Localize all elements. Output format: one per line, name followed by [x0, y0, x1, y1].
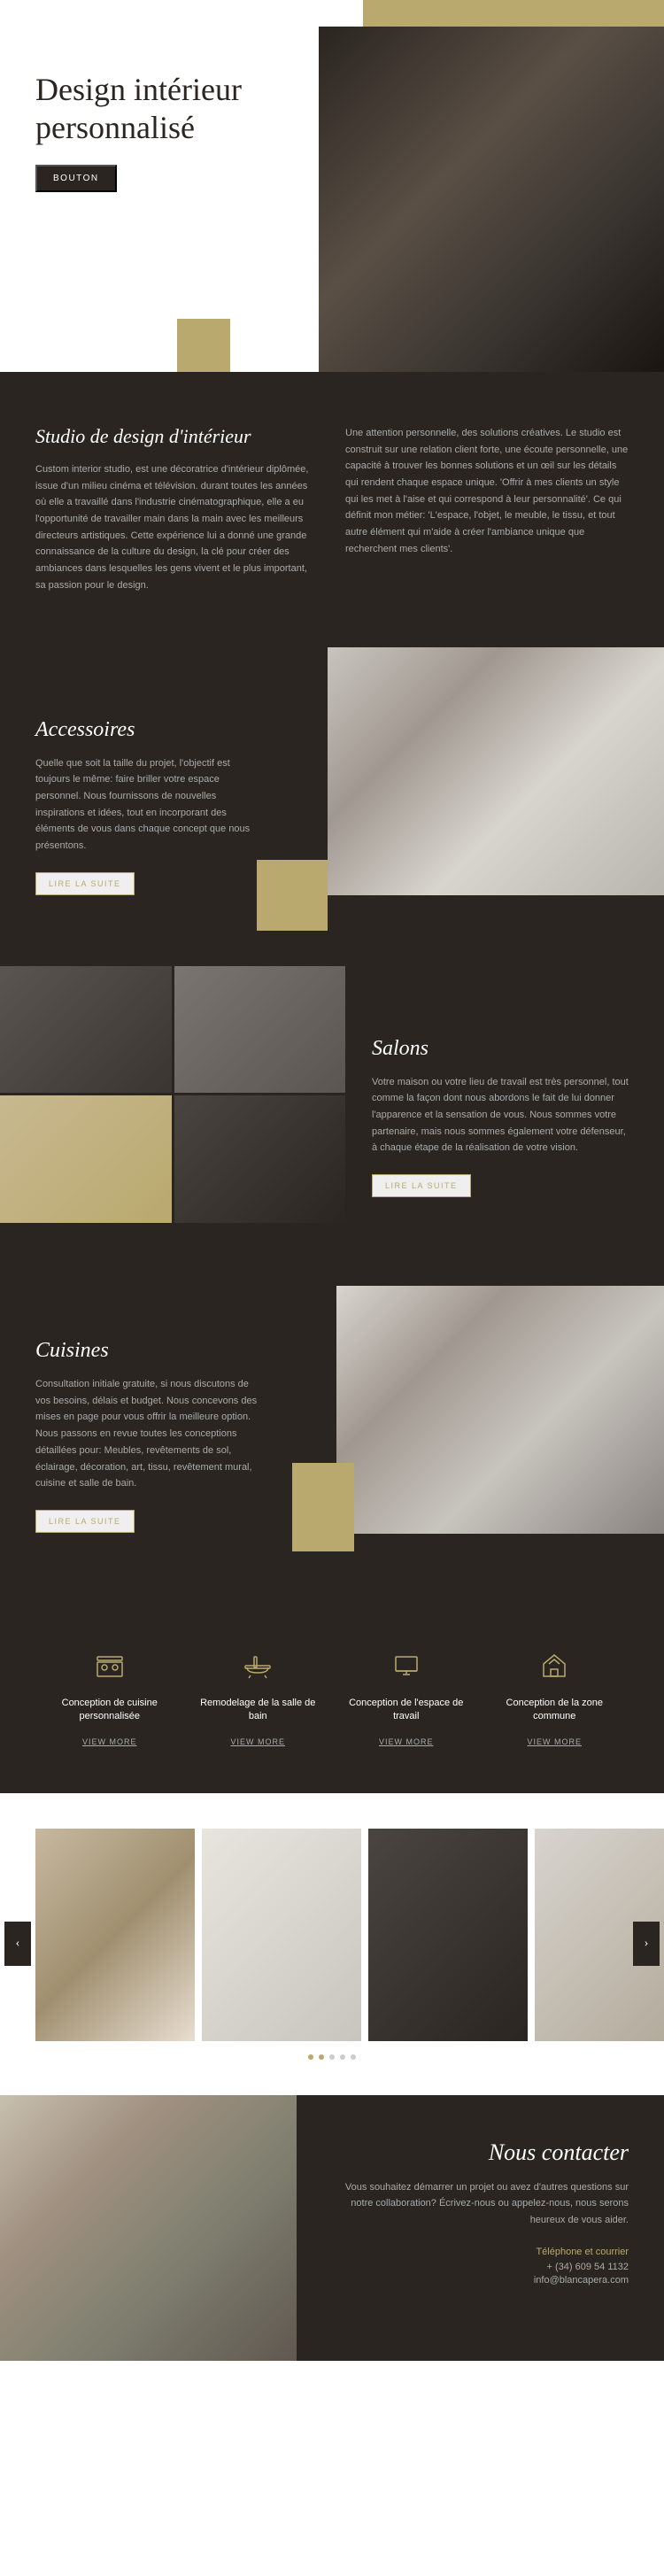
accessories-images	[292, 647, 664, 931]
hero-text-block: Design intérieur personnalisé BOUTON	[35, 71, 283, 192]
gallery-dot-3[interactable]	[329, 2054, 335, 2060]
cuisines-title: Cuisines	[35, 1339, 266, 1363]
service-bath-title: Remodelage de la salle de bain	[193, 1697, 324, 1724]
salons-image-grid	[0, 966, 345, 1223]
accessories-content: Accessoires Quelle que soit la taille du…	[0, 683, 301, 931]
gallery-section: ‹ ›	[0, 1793, 664, 2095]
gallery-track	[0, 1829, 664, 2041]
hero-image	[319, 27, 664, 372]
cuisines-section: Cuisines Consultation initiale gratuite,…	[0, 1268, 664, 1604]
gallery-dot-5[interactable]	[351, 2054, 356, 2060]
gallery-prev-button[interactable]: ‹	[4, 1922, 31, 1966]
service-common-title: Conception de la zone commune	[490, 1697, 621, 1724]
gallery-item-1	[35, 1829, 195, 2041]
gallery-dots	[0, 2054, 664, 2060]
hero-button[interactable]: BOUTON	[35, 165, 117, 192]
service-kitchen-title: Conception de cuisine personnalisée	[44, 1697, 175, 1724]
contact-image	[0, 2095, 297, 2361]
accessories-title: Accessoires	[35, 718, 266, 742]
accessories-text: Quelle que soit la taille du projet, l'o…	[35, 755, 266, 855]
gallery-item-2	[202, 1829, 361, 2041]
cuisines-content: Cuisines Consultation initiale gratuite,…	[0, 1303, 301, 1568]
cuisines-images	[292, 1268, 664, 1551]
accessories-section: Accessoires Quelle que soit la taille du…	[0, 647, 664, 966]
accessories-main-image	[328, 647, 664, 895]
hero-title: Design intérieur personnalisé	[35, 71, 283, 147]
gallery-prev-icon: ‹	[16, 1937, 20, 1951]
common-icon	[537, 1648, 572, 1683]
gallery-item-3	[368, 1829, 528, 2041]
services-section: Conception de cuisine personnalisée VIEW…	[0, 1604, 664, 1793]
office-icon	[389, 1648, 424, 1683]
service-bath-link[interactable]: VIEW MORE	[230, 1737, 285, 1746]
gallery-next-icon: ›	[645, 1937, 649, 1951]
contact-text: Vous souhaitez démarrer un projet ou ave…	[332, 2179, 629, 2229]
service-office-title: Conception de l'espace de travail	[341, 1697, 472, 1724]
salons-title: Salons	[372, 1037, 629, 1061]
salon-image-2	[174, 966, 346, 1094]
contact-email: info@blancapera.com	[332, 2275, 629, 2286]
cuisines-gold-accent	[292, 1463, 354, 1551]
contact-info-title: Téléphone et courrier	[332, 2247, 629, 2257]
gallery-dot-1[interactable]	[308, 2054, 313, 2060]
service-item-kitchen: Conception de cuisine personnalisée VIEW…	[35, 1648, 184, 1749]
gallery-dot-4[interactable]	[340, 2054, 345, 2060]
salon-image-4	[174, 1095, 346, 1223]
kitchen-icon	[92, 1648, 127, 1683]
salons-read-more-button[interactable]: LIRE LA SUITE	[372, 1174, 471, 1197]
studio-section: Studio de design d'intérieur Custom inte…	[0, 372, 664, 647]
salons-content: Salons Votre maison ou votre lieu de tra…	[363, 1002, 664, 1233]
contact-content: Nous contacter Vous souhaitez démarrer u…	[297, 2095, 664, 2361]
contact-phone: + (34) 609 54 1132	[332, 2262, 629, 2272]
gallery-dot-2[interactable]	[319, 2054, 324, 2060]
salons-images	[0, 966, 372, 1249]
salons-text: Votre maison ou votre lieu de travail es…	[372, 1074, 629, 1156]
hero-gold-accent-top	[363, 0, 664, 27]
bath-icon	[240, 1648, 275, 1683]
service-item-common: Conception de la zone commune VIEW MORE	[481, 1648, 629, 1749]
gallery-next-button[interactable]: ›	[633, 1922, 660, 1966]
contact-section: Nous contacter Vous souhaitez démarrer u…	[0, 2095, 664, 2361]
cuisines-main-image	[336, 1286, 664, 1534]
hero-gold-accent-bottom	[177, 319, 230, 372]
accessories-gold-accent	[257, 860, 328, 931]
salon-image-1	[0, 966, 172, 1094]
hero-image-inner	[319, 27, 664, 372]
studio-text-right: Une attention personnelle, des solutions…	[345, 425, 629, 558]
cuisines-read-more-button[interactable]: LIRE LA SUITE	[35, 1510, 135, 1533]
accessories-read-more-button[interactable]: LIRE LA SUITE	[35, 872, 135, 895]
service-item-bath: Remodelage de la salle de bain VIEW MORE	[184, 1648, 333, 1749]
salon-image-3	[0, 1095, 172, 1223]
studio-title: Studio de design d'intérieur	[35, 425, 319, 448]
service-office-link[interactable]: VIEW MORE	[379, 1737, 434, 1746]
cuisines-text: Consultation initiale gratuite, si nous …	[35, 1376, 266, 1492]
studio-left-column: Studio de design d'intérieur Custom inte…	[35, 425, 319, 594]
contact-title: Nous contacter	[332, 2139, 629, 2166]
service-kitchen-link[interactable]: VIEW MORE	[82, 1737, 137, 1746]
accessories-image-inner	[328, 647, 664, 895]
studio-right-column: Une attention personnelle, des solutions…	[345, 425, 629, 594]
salons-section: Salons Votre maison ou votre lieu de tra…	[0, 966, 664, 1268]
service-common-link[interactable]: VIEW MORE	[527, 1737, 582, 1746]
service-item-office: Conception de l'espace de travail VIEW M…	[332, 1648, 481, 1749]
studio-text-left: Custom interior studio, est une décoratr…	[35, 461, 319, 594]
hero-section: Design intérieur personnalisé BOUTON	[0, 0, 664, 372]
